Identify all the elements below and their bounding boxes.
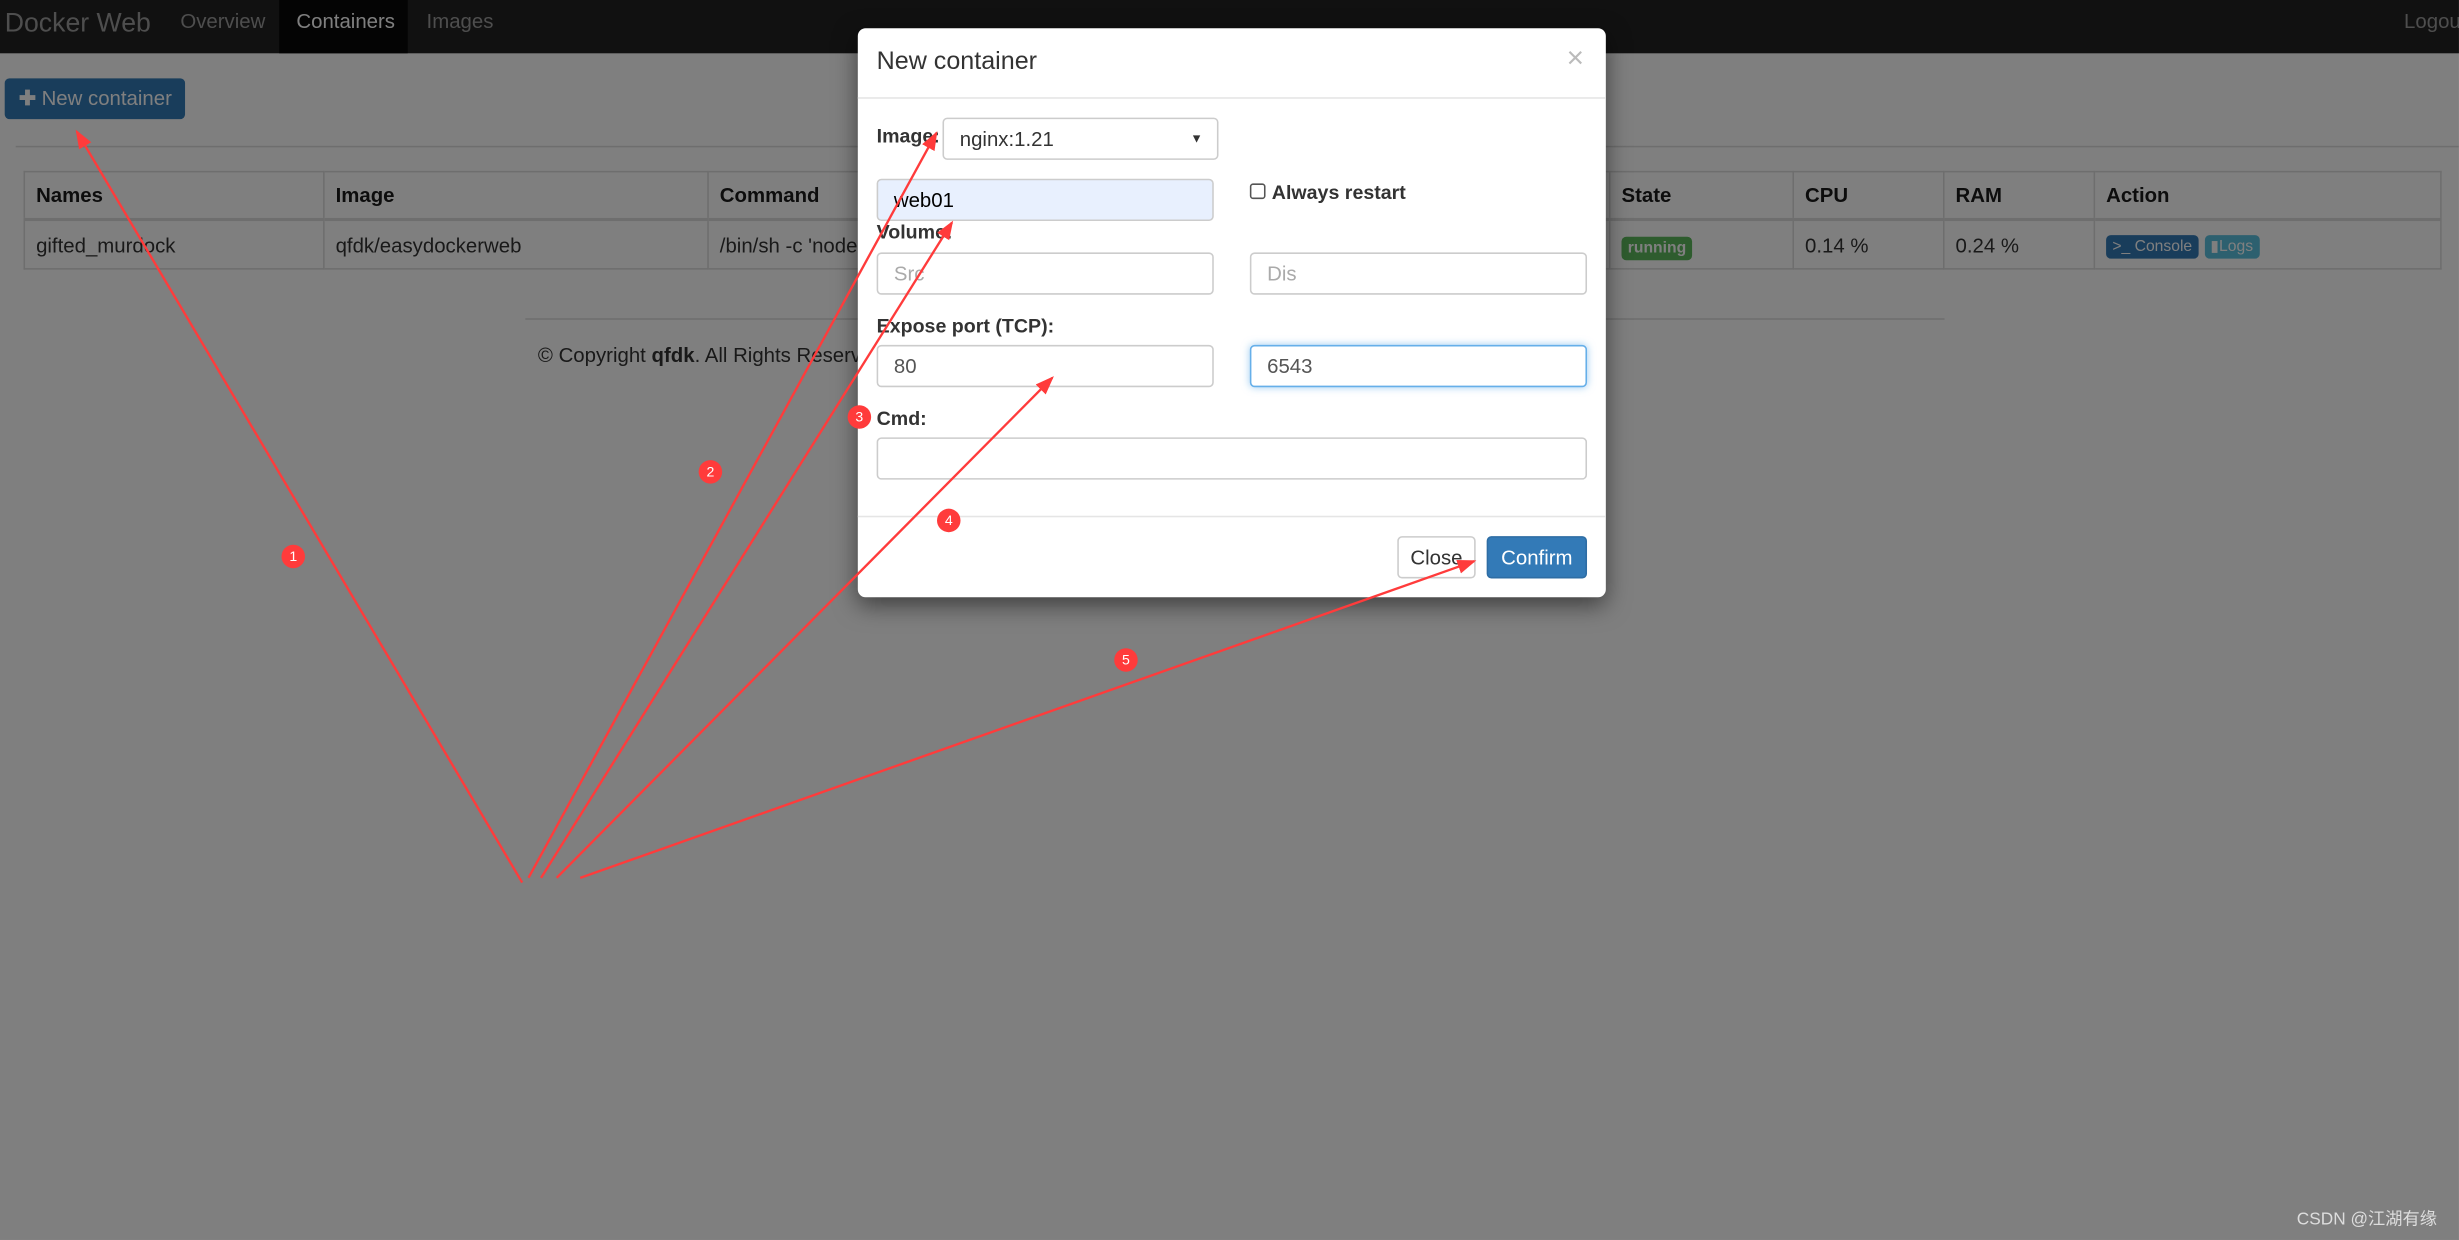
svg-text:4: 4: [945, 512, 953, 528]
svg-text:2: 2: [706, 464, 714, 480]
annotation-badge-2: 2: [698, 460, 723, 484]
watermark: CSDN @江湖有缘: [2296, 1210, 2437, 1229]
svg-text:1: 1: [289, 548, 297, 564]
annotation-arrow-3: [540, 220, 954, 879]
annotation-overlay: 1 2 3 4 5: [75, 129, 1477, 884]
annotation-arrow-2: [527, 131, 938, 879]
svg-text:3: 3: [855, 409, 863, 425]
page: Docker Web Overview Containers Images Lo…: [0, 0, 2459, 1240]
annotation-badge-4: 4: [936, 508, 961, 533]
annotation-arrow-4: [555, 376, 1054, 879]
annotation-badge-1: 1: [281, 544, 306, 569]
annotation-arrow-1: [75, 129, 524, 884]
annotation-badge-5: 5: [1114, 648, 1138, 672]
annotation-badge-3: 3: [847, 405, 872, 429]
svg-text:5: 5: [1122, 652, 1130, 668]
